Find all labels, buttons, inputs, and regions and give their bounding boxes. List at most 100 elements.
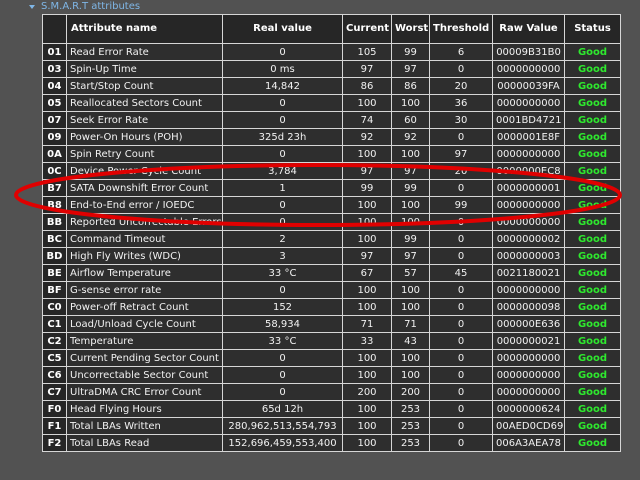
table-row[interactable]: C1 Load/Unload Cycle Count 58,934 71 71 0 0000… [42, 315, 621, 333]
attr-name: UltraDMA CRC Error Count [66, 383, 223, 401]
worst-value: 86 [391, 77, 430, 95]
current-value: 97 [342, 247, 392, 265]
threshold-value: 0 [429, 213, 493, 231]
smart-section-toggle[interactable]: S.M.A.R.T attributes [29, 0, 140, 14]
smart-attributes-table: Attribute name Real value Current Worst … [42, 14, 621, 452]
real-value: 0 [222, 145, 343, 163]
col-header-real-value-text: Real value [253, 23, 312, 34]
threshold-value: 0 [429, 315, 493, 333]
raw-value: 00AED0CD69 [492, 417, 565, 435]
current-value: 100 [342, 434, 392, 452]
table-row[interactable]: 09 Power-On Hours (POH) 325d 23h 92 92 0 00000… [42, 128, 621, 146]
table-row[interactable]: F2 Total LBAs Read 152,696,459,553,400 100 2… [42, 434, 621, 452]
raw-value: 00009B31B0 [492, 43, 565, 61]
status-value: Good [564, 298, 621, 316]
status-value: Good [564, 264, 621, 282]
raw-value: 0000000000 [492, 213, 565, 231]
col-header-real-value[interactable]: Real value [222, 14, 343, 44]
table-row[interactable]: 07 Seek Error Rate 0 74 60 30 0001BD4721 Good [42, 111, 621, 129]
attr-name: Power-On Hours (POH) [66, 128, 223, 146]
real-value: 33 °C [222, 332, 343, 350]
table-row[interactable]: C5 Current Pending Sector Count 0 100 100 0 00… [42, 349, 621, 367]
status-value: Good [564, 417, 621, 435]
col-header-raw-value[interactable]: Raw Value [492, 14, 565, 44]
col-header-status[interactable]: Status [564, 14, 621, 44]
real-value: 325d 23h [222, 128, 343, 146]
col-header-current[interactable]: Current [342, 14, 392, 44]
threshold-value: 0 [429, 400, 493, 418]
table-row[interactable]: F1 Total LBAs Written 280,962,513,554,793 1… [42, 417, 621, 435]
current-value: 100 [342, 213, 392, 231]
table-row[interactable]: C0 Power-off Retract Count 152 100 100 0 00000… [42, 298, 621, 316]
status-value: Good [564, 43, 621, 61]
attr-id: F2 [42, 434, 67, 452]
attr-id: 0A [42, 145, 67, 163]
worst-value: 100 [391, 94, 430, 112]
raw-value: 0000000002 [492, 230, 565, 248]
attr-name: Head Flying Hours [66, 400, 223, 418]
current-value: 86 [342, 77, 392, 95]
table-row[interactable]: 05 Reallocated Sectors Count 0 100 100 36 0000… [42, 94, 621, 112]
worst-value: 60 [391, 111, 430, 129]
worst-value: 100 [391, 366, 430, 384]
status-value: Good [564, 94, 621, 112]
status-value: Good [564, 60, 621, 78]
table-row[interactable]: F0 Head Flying Hours 65d 12h 100 253 0 0000000… [42, 400, 621, 418]
table-row[interactable]: 0A Spin Retry Count 0 100 100 97 0000000000 Goo… [42, 145, 621, 163]
table-row[interactable]: BB Reported Uncorrectable Errors 0 100 100 0 0… [42, 213, 621, 231]
table-row[interactable]: BD High Fly Writes (WDC) 3 97 97 0 0000000003 G… [42, 247, 621, 265]
table-row[interactable]: BF G-sense error rate 0 100 100 0 0000000000 Go… [42, 281, 621, 299]
attr-id: 07 [42, 111, 67, 129]
table-row[interactable]: C7 UltraDMA CRC Error Count 0 200 200 0 000000… [42, 383, 621, 401]
table-row[interactable]: C2 Temperature 33 °C 33 43 0 0000000021 Good [42, 332, 621, 350]
status-value: Good [564, 281, 621, 299]
table-row[interactable]: 03 Spin-Up Time 0 ms 97 97 0 0000000000 Good [42, 60, 621, 78]
status-value: Good [564, 230, 621, 248]
raw-value: 000000E636 [492, 315, 565, 333]
current-value: 100 [342, 349, 392, 367]
current-value: 97 [342, 162, 392, 180]
col-header-threshold[interactable]: Threshold [429, 14, 493, 44]
attr-id: B7 [42, 179, 67, 197]
table-header-row: Attribute name Real value Current Worst … [42, 14, 621, 44]
table-row[interactable]: C6 Uncorrectable Sector Count 0 100 100 0 0000… [42, 366, 621, 384]
attr-name: Airflow Temperature [66, 264, 223, 282]
raw-value: 0000000624 [492, 400, 565, 418]
worst-value: 100 [391, 298, 430, 316]
status-value: Good [564, 77, 621, 95]
real-value: 0 [222, 196, 343, 214]
section-title[interactable]: S.M.A.R.T attributes [41, 1, 140, 13]
raw-value: 0000000EC8 [492, 162, 565, 180]
attr-id: BE [42, 264, 67, 282]
threshold-value: 36 [429, 94, 493, 112]
attr-name: Start/Stop Count [66, 77, 223, 95]
real-value: 152 [222, 298, 343, 316]
attr-id: 01 [42, 43, 67, 61]
real-value: 0 [222, 94, 343, 112]
col-header-worst[interactable]: Worst [391, 14, 430, 44]
collapse-triangle-icon[interactable] [29, 5, 35, 9]
worst-value: 99 [391, 43, 430, 61]
table-row[interactable]: B7 SATA Downshift Error Count 1 99 99 0 000000… [42, 179, 621, 197]
worst-value: 200 [391, 383, 430, 401]
col-header-attribute[interactable]: Attribute name [66, 14, 223, 44]
table-row[interactable]: BC Command Timeout 2 100 99 0 0000000002 Good [42, 230, 621, 248]
threshold-value: 0 [429, 383, 493, 401]
threshold-value: 0 [429, 281, 493, 299]
attr-name: High Fly Writes (WDC) [66, 247, 223, 265]
current-value: 71 [342, 315, 392, 333]
raw-value: 0000001E8F [492, 128, 565, 146]
worst-value: 97 [391, 162, 430, 180]
table-row[interactable]: 04 Start/Stop Count 14,842 86 86 20 00000039FA… [42, 77, 621, 95]
threshold-value: 20 [429, 77, 493, 95]
threshold-value: 97 [429, 145, 493, 163]
status-value: Good [564, 349, 621, 367]
table-row[interactable]: BE Airflow Temperature 33 °C 67 57 45 00211800… [42, 264, 621, 282]
threshold-value: 0 [429, 332, 493, 350]
table-row[interactable]: B8 End-to-End error / IOEDC 0 100 100 99 00000… [42, 196, 621, 214]
worst-value: 100 [391, 196, 430, 214]
table-row[interactable]: 0C Device Power Cycle Count 3,784 97 97 20 000… [42, 162, 621, 180]
table-row[interactable]: 01 Read Error Rate 0 105 99 6 00009B31B0 Good [42, 43, 621, 61]
status-value: Good [564, 383, 621, 401]
threshold-value: 30 [429, 111, 493, 129]
